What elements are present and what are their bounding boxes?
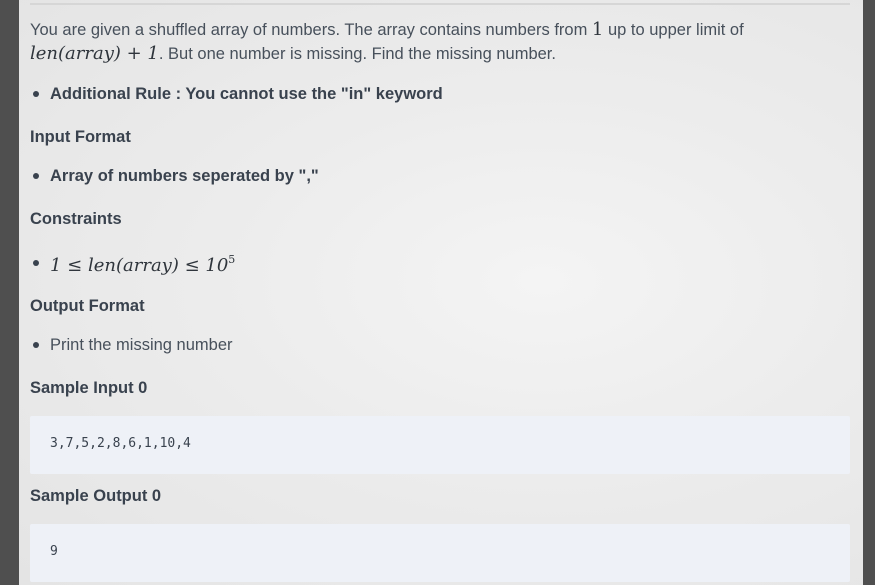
sample-output-heading: Sample Output 0 (30, 487, 162, 505)
intro-text-3: . But one number is missing. Find the mi… (158, 45, 556, 63)
problem-description: You are given a shuffled array of number… (30, 18, 850, 66)
bullet-icon (33, 173, 39, 179)
modal-backdrop-right (863, 0, 875, 585)
bullet-icon (33, 260, 39, 266)
additional-rule-text: Additional Rule : You cannot use the "in… (50, 85, 443, 103)
constraints-item: 1 ≤ len(array) ≤ 105 (30, 249, 850, 277)
modal-backdrop-left (0, 0, 19, 585)
sample-input-code: 3,7,5,2,8,6,1,10,4 (50, 436, 191, 451)
math-one: 1 (591, 19, 604, 40)
intro-text-2: up to upper limit of (603, 21, 744, 39)
input-format-text: Array of numbers seperated by "," (50, 167, 319, 185)
sample-output-code: 9 (50, 544, 58, 559)
additional-rule-item: Additional Rule : You cannot use the "in… (30, 83, 850, 105)
output-format-heading: Output Format (30, 297, 145, 315)
sample-input-code-block: 3,7,5,2,8,6,1,10,4 (30, 416, 850, 474)
constraint-math: 1 ≤ len(array) ≤ 105 (50, 249, 235, 277)
sample-input-heading: Sample Input 0 (30, 379, 148, 397)
bullet-icon (33, 342, 39, 348)
bullet-icon (33, 91, 39, 97)
input-format-item: Array of numbers seperated by "," (30, 165, 850, 187)
constraints-heading: Constraints (30, 210, 122, 228)
output-format-item: Print the missing number (30, 334, 850, 356)
math-len-plus-one: len(array) + 1 (30, 43, 159, 64)
input-format-heading: Input Format (30, 128, 131, 146)
problem-statement-panel: You are given a shuffled array of number… (19, 0, 863, 585)
constraint-exponent: 5 (228, 253, 236, 266)
constraint-expression: 1 ≤ len(array) ≤ 10 (50, 255, 229, 276)
intro-text-1: You are given a shuffled array of number… (30, 21, 592, 39)
divider (30, 3, 850, 5)
sample-output-code-block: 9 (30, 524, 850, 582)
output-format-text: Print the missing number (50, 336, 233, 354)
